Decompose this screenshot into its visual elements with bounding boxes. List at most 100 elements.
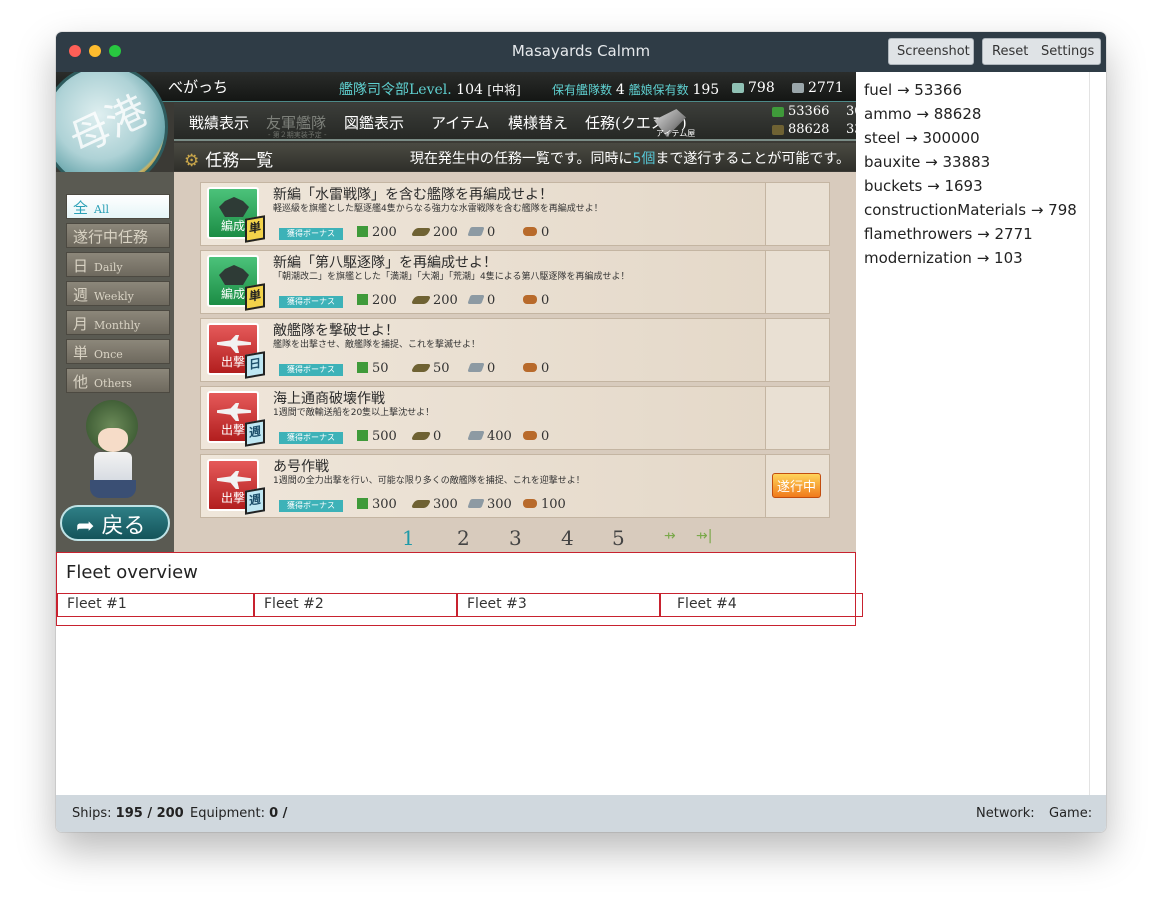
reward-fuel: 50: [357, 361, 389, 376]
quest-msg-count: 5個: [632, 151, 656, 167]
flamethrower-icon: [792, 83, 804, 93]
reward-fuel-value: 200: [372, 293, 397, 308]
resource-item: buckets → 1693: [864, 177, 983, 195]
reward-fuel-value: 500: [372, 429, 397, 444]
res-fuel-value: 53366: [788, 104, 830, 119]
fleet-tab-4[interactable]: Fleet #4: [660, 593, 863, 617]
resource-name: bauxite: [864, 153, 921, 171]
reward-bauxite-value: 0: [541, 225, 550, 240]
scrollbar[interactable]: [1090, 72, 1106, 795]
ammo-icon: [410, 432, 432, 440]
resource-name: modernization: [864, 249, 972, 267]
tab-daily-label: Daily: [94, 261, 123, 274]
game-top-bar: べがっち 艦隊司令部Level. 104 [中将] 保有艦隊数 4 艦娘保有数 …: [56, 72, 856, 102]
page-1[interactable]: 1: [402, 526, 415, 550]
reward-bauxite: 0: [523, 361, 549, 376]
reset-button[interactable]: Reset: [992, 44, 1028, 59]
menu-items[interactable]: アイテム: [431, 112, 490, 133]
tab-all-label: All: [94, 203, 109, 216]
reward-fuel-value: 300: [372, 497, 397, 512]
tab-monthly[interactable]: 月 Monthly: [66, 310, 170, 335]
steel-icon: [467, 499, 485, 508]
quest-row[interactable]: 編成 単 新編「水雷戦隊」を含む艦隊を再編成せよ！ 軽巡級を旗艦とした駆逐艦4隻…: [200, 182, 830, 246]
tab-weekly[interactable]: 週 Weekly: [66, 281, 170, 306]
menu-record[interactable]: 戦績表示: [189, 112, 249, 133]
resource-item: ammo → 88628: [864, 105, 982, 123]
page-4[interactable]: 4: [561, 526, 574, 550]
screenshot-button[interactable]: Screenshot: [888, 38, 974, 65]
quest-row[interactable]: 出撃 日 敵艦隊を撃破せよ！ 艦隊を出撃させ、敵艦隊を捕捉、これを撃滅せよ！ 獲…: [200, 318, 830, 382]
network-status: Network:: [976, 806, 1035, 821]
reward-fuel: 300: [357, 497, 397, 512]
fleet-tab-3[interactable]: Fleet #3: [457, 593, 660, 617]
reward-fuel-value: 50: [372, 361, 389, 376]
page-3[interactable]: 3: [509, 526, 522, 550]
game-menu-bar: 戦績表示 友軍艦隊 - 第２期実装予定 - 図鑑表示 アイテム 模様替え 任務(…: [174, 103, 856, 141]
reward-bauxite-value: 0: [541, 429, 550, 444]
quest-filter-sidebar: 全 All 遂行中任務 日 Daily 週 Weekly 月 Monthly 単 Once…: [56, 172, 174, 552]
reward-bauxite: 0: [523, 429, 549, 444]
resource-item: flamethrowers → 2771: [864, 225, 1033, 243]
ships-label: Ships:: [72, 806, 112, 821]
page-5[interactable]: 5: [612, 526, 625, 550]
bauxite-icon: [523, 499, 537, 508]
resource-name: constructionMaterials: [864, 201, 1027, 219]
quest-msg-post: まで遂行することが可能です。: [655, 151, 850, 167]
secretary-chibi-image: [78, 400, 148, 510]
page-2[interactable]: 2: [457, 526, 470, 550]
ship-count-label: 艦娘保有数: [628, 83, 689, 97]
res-steel: 300000: [846, 104, 856, 119]
reward-fuel: 200: [357, 293, 397, 308]
fleet-tab-1[interactable]: Fleet #1: [57, 593, 254, 617]
back-button[interactable]: ➦ 戻る: [60, 505, 170, 541]
quest-list-title-text: 任務一覧: [205, 151, 274, 171]
quest-row[interactable]: 出撃 週 海上通商破壊作戦 1週間で敵輸送船を20隻以上撃沈せよ！ 獲得ボーナス…: [200, 386, 830, 450]
tab-in-progress-kanji: 遂行中任務: [73, 228, 149, 246]
bonus-tag: 獲得ボーナス: [279, 500, 343, 512]
quest-description: 1週間の全力出撃を行い、可能な限り多くの敵艦隊を捕捉、これを迎撃せよ！: [273, 476, 585, 486]
bauxite-icon: [523, 363, 537, 372]
tab-once[interactable]: 単 Once: [66, 339, 170, 364]
last-page-arrow-icon[interactable]: ⇸|: [696, 528, 712, 544]
reward-ammo: 200: [410, 293, 458, 308]
tab-daily[interactable]: 日 Daily: [66, 252, 170, 277]
menu-furniture[interactable]: 模様替え: [508, 112, 568, 133]
reward-bauxite: 0: [523, 293, 549, 308]
reward-ammo-value: 200: [433, 225, 458, 240]
reward-steel: 0: [467, 293, 495, 308]
menu-album[interactable]: 図鑑表示: [344, 112, 404, 133]
ship-icon: [219, 265, 249, 285]
next-page-arrow-icon[interactable]: ⇸: [664, 528, 676, 544]
res-ammo-value: 88628: [788, 122, 830, 137]
hq-level-value: 104: [456, 82, 483, 98]
ammo-icon: [410, 228, 432, 236]
resource-value: 300000: [922, 129, 980, 147]
quest-status-cell: 遂行中: [765, 455, 829, 517]
reward-bauxite: 0: [523, 225, 549, 240]
resource-name: buckets: [864, 177, 923, 195]
steel-icon: [467, 431, 485, 440]
reward-fuel: 500: [357, 429, 397, 444]
tab-others[interactable]: 他 Others: [66, 368, 170, 393]
equipment-value: 0 /: [269, 806, 288, 821]
fleet-tab-2[interactable]: Fleet #2: [254, 593, 457, 617]
quest-list-title: ⚙ 任務一覧: [184, 146, 273, 171]
tab-monthly-kanji: 月: [73, 315, 89, 333]
reward-ammo-value: 50: [433, 361, 450, 376]
resource-item: modernization → 103: [864, 249, 1023, 267]
quest-row[interactable]: 編成 単 新編「第八駆逐隊」を再編成せよ！ 「朝潮改二」を旗艦とした「満潮」「大…: [200, 250, 830, 314]
reward-ammo: 300: [410, 497, 458, 512]
back-arrow-icon: ➦: [76, 514, 102, 539]
settings-button[interactable]: Settings: [1041, 44, 1094, 59]
quest-row[interactable]: 出撃 週 あ号作戦 1週間の全力出撃を行い、可能な限り多くの敵艦隊を捕捉、これを…: [200, 454, 830, 518]
tab-others-label: Others: [94, 377, 132, 390]
game-view[interactable]: べがっち 艦隊司令部Level. 104 [中将] 保有艦隊数 4 艦娘保有数 …: [56, 72, 856, 552]
tab-all[interactable]: 全 All: [66, 194, 170, 219]
ammo-icon: [410, 296, 432, 304]
fleet-overview: Fleet overview Fleet #1 Fleet #2 Fleet #…: [56, 552, 863, 626]
reward-ammo-value: 300: [433, 497, 458, 512]
resource-value: 103: [994, 249, 1023, 267]
tab-in-progress[interactable]: 遂行中任務: [66, 223, 170, 248]
plane-icon: [217, 471, 251, 489]
bonus-tag: 獲得ボーナス: [279, 364, 343, 376]
